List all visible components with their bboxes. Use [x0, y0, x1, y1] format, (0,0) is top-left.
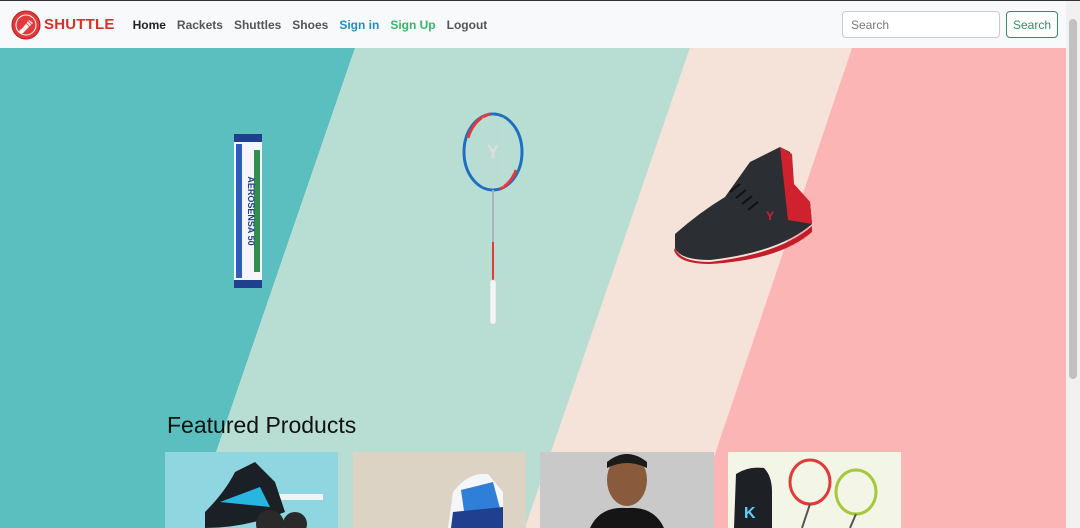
nav-home[interactable]: Home — [133, 18, 166, 32]
shuttle-tube-text: AEROSENSA 50 — [246, 176, 256, 245]
product-image — [540, 452, 714, 528]
product-image — [353, 452, 526, 528]
featured-products-heading: Featured Products — [167, 412, 357, 438]
hero-banner: AEROSENSA 50 Y Y — [0, 48, 1066, 528]
product-image: K — [728, 452, 901, 528]
search-form: Search — [842, 11, 1058, 38]
page-scrollbar[interactable] — [1066, 1, 1080, 528]
product-card-shoe-white[interactable] — [353, 452, 526, 528]
nav-shoes[interactable]: Shoes — [292, 18, 328, 32]
shuttle-tube-image: AEROSENSA 50 — [234, 134, 262, 288]
search-input[interactable] — [842, 11, 1000, 38]
brand-home-link[interactable]: SHUTTLE — [11, 10, 115, 40]
shuttlecock-logo-icon — [11, 10, 41, 39]
racket-image: Y — [462, 112, 524, 325]
svg-text:Y: Y — [766, 209, 774, 223]
nav-sign-up[interactable]: Sign Up — [390, 18, 435, 32]
product-card-apparel[interactable] — [540, 452, 714, 528]
search-button[interactable]: Search — [1006, 11, 1058, 38]
product-card-racket-set[interactable]: K — [728, 452, 901, 528]
nav-logout[interactable]: Logout — [447, 18, 488, 32]
hero-background — [0, 48, 1066, 528]
shoe-image: Y — [674, 147, 812, 264]
product-card-shoe-blue[interactable] — [165, 452, 338, 528]
nav-shuttles[interactable]: Shuttles — [234, 18, 281, 32]
top-navbar: SHUTTLE Home Rackets Shuttles Shoes Sign… — [0, 1, 1066, 48]
nav-sign-in[interactable]: Sign in — [339, 18, 379, 32]
product-image — [165, 452, 338, 528]
svg-text:K: K — [744, 505, 756, 522]
main-nav: Home Rackets Shuttles Shoes Sign in Sign… — [133, 18, 499, 32]
scrollbar-thumb[interactable] — [1069, 19, 1077, 379]
brand-name: SHUTTLE — [44, 16, 115, 33]
nav-rackets[interactable]: Rackets — [177, 18, 223, 32]
svg-text:Y: Y — [487, 142, 499, 162]
